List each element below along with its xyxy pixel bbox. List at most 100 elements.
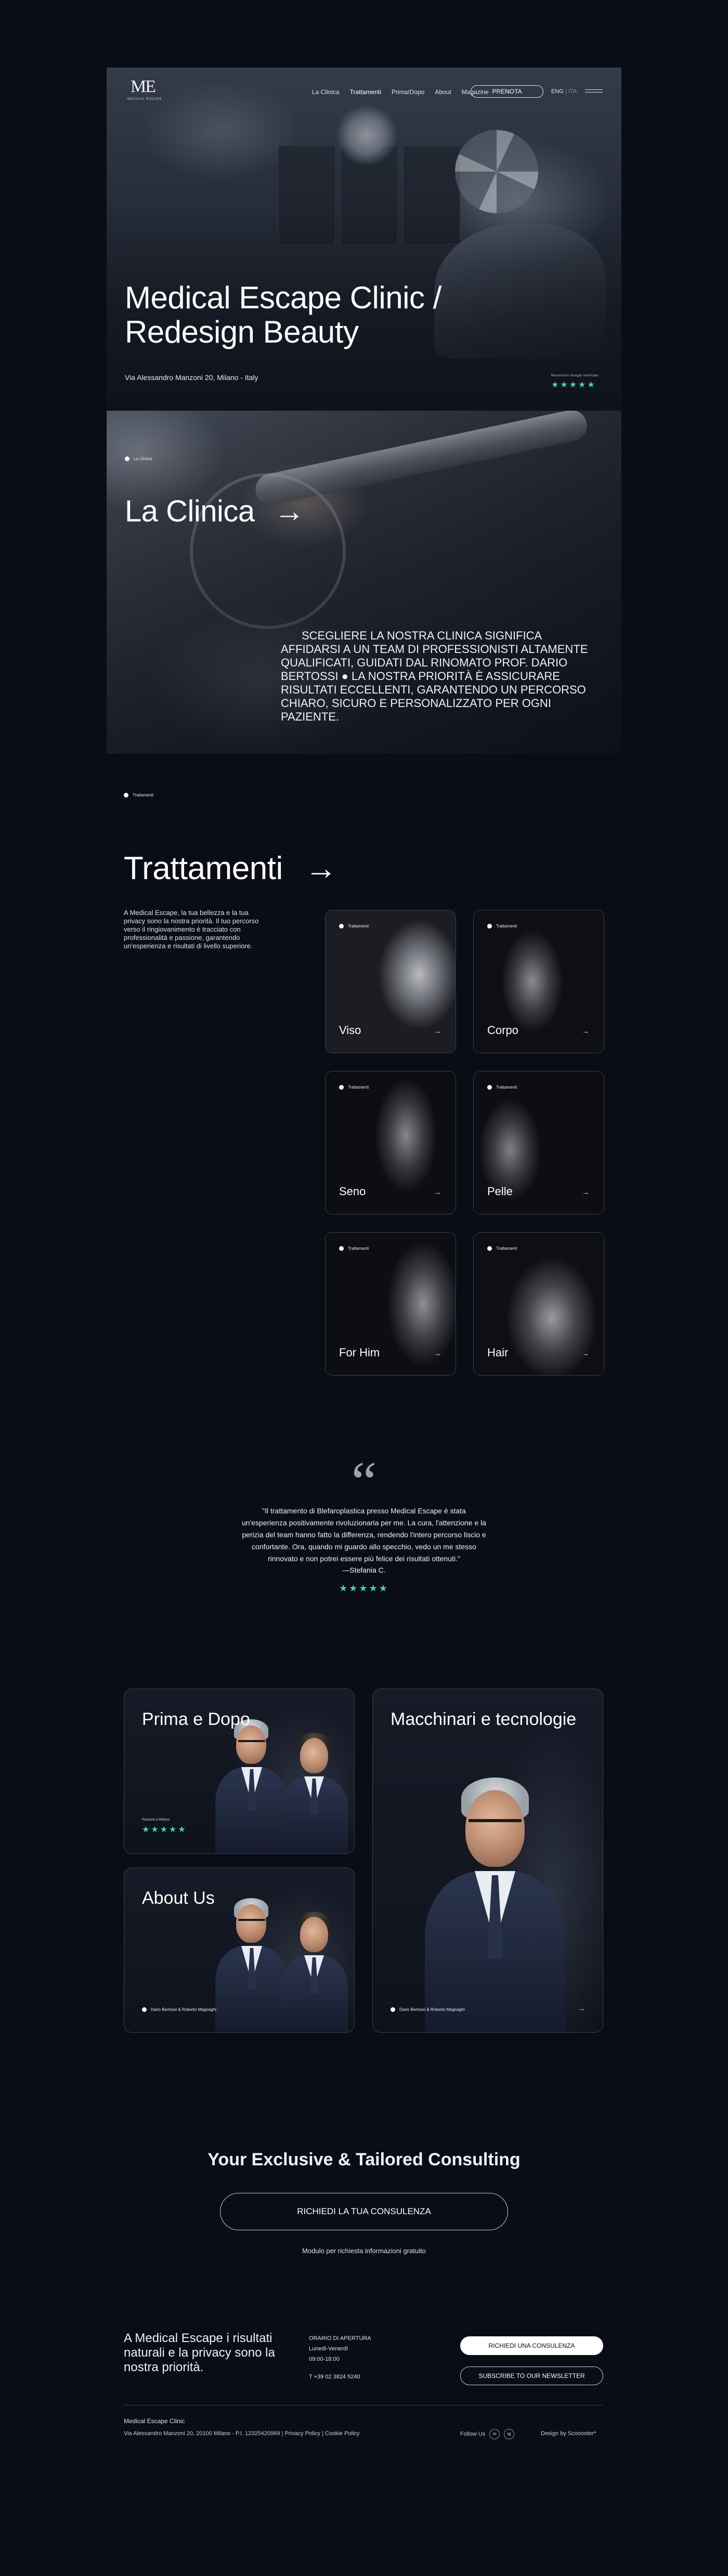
about-us-card[interactable]: About Us Dario Bertossi & Roberto Magnag…	[124, 1867, 355, 2033]
prima-dopo-card[interactable]: Prima e Dopo Pazienti a Milano ★★★★★	[124, 1689, 355, 1854]
clinica-title[interactable]: La Clinica →	[125, 494, 304, 529]
card-title: Viso	[339, 1024, 361, 1037]
card-tag: Trattamenti	[487, 924, 517, 929]
treatment-card-pelle[interactable]: Trattamenti Pelle →	[473, 1071, 604, 1214]
logo[interactable]: ME MEDICAL ESCAPE	[127, 77, 162, 104]
trattamenti-title-text: Trattamenti	[124, 851, 283, 886]
follow-us-label: Follow Us	[460, 2431, 486, 2437]
card-title: Prima e Dopo	[142, 1709, 250, 1729]
nav-item-trattamenti[interactable]: Trattamenti	[350, 88, 381, 96]
doctor-photo	[280, 1910, 348, 2032]
nav-item-la-clinica[interactable]: La Clinica	[312, 88, 340, 96]
dot-icon	[487, 924, 492, 929]
doctor-photo	[215, 1894, 288, 2032]
card-title: Hair	[487, 1346, 509, 1359]
card-subtitle: Pazienti a Milano	[142, 1818, 170, 1822]
arrow-right-icon: →	[434, 1188, 441, 1196]
lang-ita[interactable]: ITA	[568, 88, 577, 95]
card-title: About Us	[142, 1888, 215, 1908]
card-title: Corpo	[487, 1024, 518, 1037]
card-title: Pelle	[487, 1185, 513, 1198]
dot-icon	[339, 924, 344, 929]
newsletter-button[interactable]: SUBSCRIBE TO OUR NEWSLETTER	[460, 2366, 603, 2385]
footer-company-name: Medical Escape Clinic	[124, 2417, 185, 2425]
treatment-card-viso[interactable]: Trattamenti Viso →	[325, 910, 456, 1053]
treatment-card-corpo[interactable]: Trattamenti Corpo →	[473, 910, 604, 1053]
nav-item-about[interactable]: About	[435, 88, 451, 96]
footer-address: Via Alessandro Manzoni 20, 20100 Milano …	[124, 2430, 360, 2437]
arrow-right-icon: →	[582, 1027, 589, 1035]
footer-claim: A Medical Escape i risultati naturali e …	[124, 2331, 275, 2374]
hero-title: Medical Escape Clinic / Redesign Beauty	[125, 280, 441, 349]
cta-note: Modulo per richiesta informazioni gratui…	[302, 2247, 426, 2255]
doctor-photo	[215, 1715, 288, 1853]
hero-section	[107, 68, 621, 411]
phone-number[interactable]: T +39 02 3824 5240	[309, 2372, 371, 2382]
logo-mark: ME	[131, 77, 156, 96]
dot-icon	[391, 2007, 395, 2012]
trattamenti-tag: Trattamenti	[124, 793, 153, 797]
linkedin-icon[interactable]: in	[489, 2429, 500, 2439]
clinica-title-text: La Clinica	[125, 494, 255, 528]
opening-hours: ORARIO DI APERTURA Lunedì-Venerdì 09:00-…	[309, 2333, 371, 2382]
card-tag-label: Dario Bertossi & Roberto Magnaghi	[399, 2007, 465, 2012]
trattamenti-title[interactable]: Trattamenti →	[124, 850, 337, 887]
card-tag-label: Trattamenti	[496, 1246, 517, 1251]
dot-icon	[339, 1246, 344, 1251]
dot-icon	[125, 456, 129, 461]
hours-title: ORARIO DI APERTURA	[309, 2335, 371, 2342]
treatment-card-hair[interactable]: Trattamenti Hair →	[473, 1232, 604, 1376]
hours-time: 09:00-18:00	[309, 2356, 340, 2362]
clinica-tag-label: La Clinica	[134, 456, 152, 461]
lang-separator: |	[565, 88, 567, 95]
card-tag-label: Trattamenti	[348, 1085, 369, 1090]
menu-icon[interactable]	[585, 89, 603, 95]
nav-item-prima-dopo[interactable]: Prima/Dopo	[392, 88, 424, 96]
trattamenti-tag-label: Trattamenti	[133, 793, 154, 797]
prenota-button[interactable]: PRENOTA	[471, 85, 543, 98]
arrow-right-icon: →	[434, 1349, 441, 1357]
arrow-right-icon: →	[305, 851, 337, 886]
card-tag-label: Trattamenti	[348, 924, 369, 929]
clinica-tag: La Clinica	[125, 456, 152, 461]
request-consultation-button[interactable]: RICHIEDI LA TUA CONSULENZA	[220, 2193, 508, 2230]
arrow-right-icon: →	[274, 494, 304, 528]
logo-subtitle: MEDICAL ESCAPE	[127, 98, 162, 101]
trattamenti-description: A Medical Escape, la tua bellezza e la t…	[124, 909, 259, 950]
arrow-right-icon: →	[582, 1188, 589, 1196]
lang-eng[interactable]: ENG	[551, 88, 564, 95]
macchinari-card[interactable]: Macchinari e tecnologie Dario Bertossi &…	[372, 1689, 603, 2033]
footer-consultation-button[interactable]: RICHIEDI UNA CONSULENZA	[460, 2336, 603, 2355]
card-tag-label: Dario Bertossi & Roberto Magnaghi	[151, 2007, 216, 2012]
quote-icon: “	[351, 1450, 377, 1513]
arrow-right-icon: →	[582, 1349, 589, 1357]
arrow-right-icon: →	[434, 1027, 441, 1035]
testimonial-author: —Stefania C.	[342, 1566, 386, 1574]
dot-icon	[142, 2007, 147, 2012]
dot-icon	[487, 1085, 492, 1090]
treatment-card-seno[interactable]: Trattamenti Seno →	[325, 1071, 456, 1214]
doctor-photo	[425, 1767, 565, 2032]
doctor-photo	[280, 1731, 348, 1853]
star-rating-icon: ★★★★★	[339, 1583, 389, 1593]
treatment-card-for-him[interactable]: Trattamenti For Him →	[325, 1232, 456, 1376]
card-tag: Trattamenti	[339, 1246, 369, 1251]
main-nav: La Clinica Trattamenti Prima/Dopo About …	[312, 88, 489, 96]
card-tag: Trattamenti	[487, 1246, 517, 1251]
card-tag-label: Trattamenti	[348, 1246, 369, 1251]
language-switcher: ENG | ITA	[551, 88, 577, 95]
card-tag: Trattamenti	[339, 924, 369, 929]
testimonial-text: "Il trattamento di Blefaroplastica press…	[242, 1507, 486, 1563]
card-tag: Dario Bertossi & Roberto Magnaghi	[142, 2007, 216, 2012]
rating-label: Recensioni Google Verificate	[551, 374, 599, 377]
star-rating-icon: ★★★★★	[551, 381, 596, 389]
hours-days: Lunedì-Venerdì	[309, 2346, 348, 2352]
cta-title: Your Exclusive & Tailored Consulting	[207, 2150, 521, 2169]
design-credit[interactable]: Design by Scooooter*	[541, 2430, 596, 2437]
dot-icon	[487, 1246, 492, 1251]
card-tag: Dario Bertossi & Roberto Magnaghi	[391, 2007, 465, 2012]
instagram-icon[interactable]: ig	[504, 2429, 515, 2439]
card-title: For Him	[339, 1346, 380, 1359]
arrow-right-icon: →	[578, 2004, 585, 2012]
star-rating-icon: ★★★★★	[142, 1825, 187, 1834]
